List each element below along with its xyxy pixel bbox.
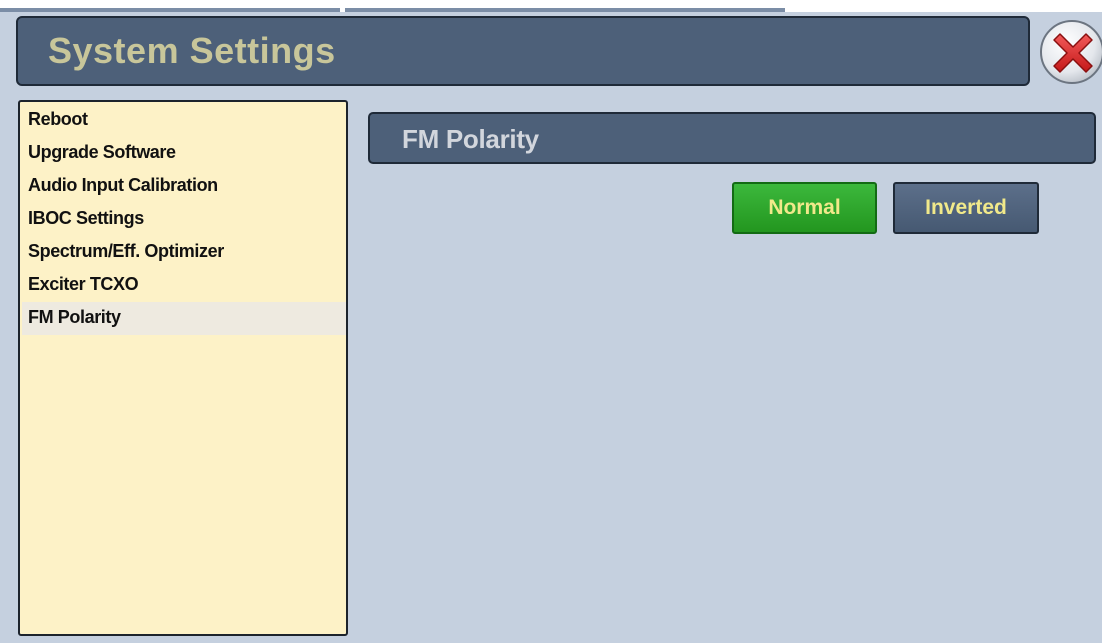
sidebar-item-label: Exciter TCXO <box>28 274 139 294</box>
sidebar-item-label: Audio Input Calibration <box>28 175 218 195</box>
settings-screen: System Settings Reboot Upgrade Software … <box>0 0 1102 643</box>
section-title: FM Polarity <box>402 124 539 154</box>
title-bar: System Settings <box>16 16 1030 86</box>
inverted-button-label: Inverted <box>925 196 1007 219</box>
close-icon <box>1053 33 1093 73</box>
sidebar-item-upgrade-software[interactable]: Upgrade Software <box>22 137 346 170</box>
top-strip-segment <box>345 8 785 12</box>
sidebar-item-reboot[interactable]: Reboot <box>22 104 346 137</box>
normal-button[interactable]: Normal <box>732 182 877 234</box>
sidebar-item-audio-input-calibration[interactable]: Audio Input Calibration <box>22 170 346 203</box>
window-title: System Settings <box>48 30 336 71</box>
settings-menu: Reboot Upgrade Software Audio Input Cali… <box>18 100 348 636</box>
sidebar-item-iboc-settings[interactable]: IBOC Settings <box>22 203 346 236</box>
top-strip-segment <box>0 8 340 12</box>
sidebar-item-label: Upgrade Software <box>28 142 176 162</box>
normal-button-label: Normal <box>768 196 841 219</box>
sidebar-item-exciter-tcxo[interactable]: Exciter TCXO <box>22 269 346 302</box>
sidebar-item-label: IBOC Settings <box>28 208 144 228</box>
top-strip <box>0 0 1102 12</box>
close-button[interactable] <box>1040 20 1102 84</box>
sidebar-item-fm-polarity[interactable]: FM Polarity <box>22 302 346 335</box>
inverted-button[interactable]: Inverted <box>893 182 1039 234</box>
sidebar-item-label: Spectrum/Eff. Optimizer <box>28 241 224 261</box>
sidebar-item-label: Reboot <box>28 109 88 129</box>
section-header: FM Polarity <box>368 112 1096 164</box>
sidebar-item-label: FM Polarity <box>28 307 121 327</box>
sidebar-item-spectrum-optimizer[interactable]: Spectrum/Eff. Optimizer <box>22 236 346 269</box>
